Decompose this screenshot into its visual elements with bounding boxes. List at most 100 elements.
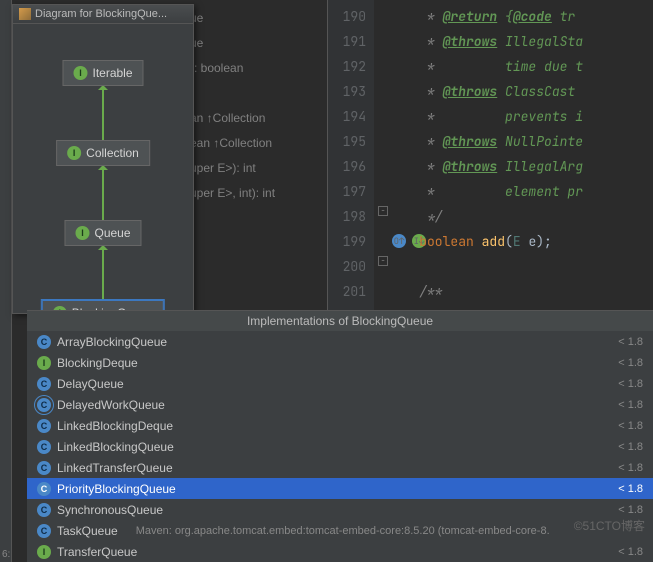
implementation-item-synchronousqueue[interactable]: C SynchronousQueue < 1.8 [27,499,653,520]
diagram-node-collection[interactable]: I Collection [56,140,150,166]
item-name: TransferQueue [57,545,137,559]
ide-left-gutter [0,0,12,562]
inheritance-arrow-icon [102,86,104,140]
item-name: TaskQueue [57,524,118,538]
structure-line: ean ↑Collection [190,131,275,156]
since-label: < 1.8 [618,483,643,495]
item-name: PriorityBlockingQueue [57,482,176,496]
line-number[interactable]: 194 [328,104,374,129]
line-number[interactable]: 197 [328,179,374,204]
line-number[interactable]: 190 [328,4,374,29]
code-line[interactable]: * @return {@code tr [388,4,653,29]
diagram-node-queue[interactable]: I Queue [64,220,141,246]
line-number[interactable]: 191 [328,29,374,54]
implementation-item-linkedblockingqueue[interactable]: C LinkedBlockingQueue < 1.8 [27,436,653,457]
since-label: < 1.8 [618,336,643,348]
class-icon: C [37,482,51,496]
line-number[interactable]: 200 [328,254,374,279]
line-number[interactable]: 195 [328,129,374,154]
editor-main[interactable]: 190191192193194195196197198199O↑I↓200201… [327,0,653,314]
item-name: DelayedWorkQueue [57,398,165,412]
class-icon: C [37,398,51,412]
structure-line: ue [190,6,275,31]
implementation-item-blockingdeque[interactable]: I BlockingDeque < 1.8 [27,352,653,373]
since-label: < 1.8 [618,357,643,369]
diagram-file-icon [19,8,31,20]
structure-line: an ↑Collection [190,106,275,131]
interface-icon: I [73,66,87,80]
since-label: < 1.8 [618,378,643,390]
interface-icon: I [37,545,51,559]
class-diagram-window[interactable]: Diagram for BlockingQue... I Iterable I Col… [12,4,194,314]
item-name: BlockingDeque [57,356,138,370]
item-name: LinkedBlockingQueue [57,440,174,454]
implementation-item-transferqueue[interactable]: I TransferQueue < 1.8 [27,541,653,562]
fold-handle-icon[interactable]: - [378,206,388,216]
structure-line: t [190,81,275,106]
node-label: Collection [86,146,139,160]
code-line[interactable] [388,254,653,279]
implementation-item-priorityblockingqueue[interactable]: C PriorityBlockingQueue < 1.8 [27,478,653,499]
diagram-node-iterable[interactable]: I Iterable [62,60,143,86]
code-line[interactable]: * element pr [388,179,653,204]
class-icon: C [37,524,51,538]
structure-line: ): boolean [190,56,275,81]
code-line[interactable]: * @throws IllegalArg [388,154,653,179]
item-name: ArrayBlockingQueue [57,335,167,349]
implementation-item-linkedblockingdeque[interactable]: CLinkedBlockingDeque< 1.8 [27,415,653,436]
implementation-item-linkedtransferqueue[interactable]: CLinkedTransferQueue< 1.8 [27,457,653,478]
class-icon: C [37,440,51,454]
bottom-tool-label[interactable]: 6: [2,549,10,560]
maven-coordinate: Maven: org.apache.tomcat.embed:tomcat-em… [136,525,550,537]
code-line[interactable]: * time due t [388,54,653,79]
implementation-item-taskqueue[interactable]: C TaskQueue Maven: org.apache.tomcat.embed… [27,520,653,541]
implementations-popup[interactable]: Implementations of BlockingQueue CArrayB… [27,310,653,562]
line-number[interactable]: 199 [328,229,374,254]
item-name: SynchronousQueue [57,503,163,517]
implementation-item-delayqueue[interactable]: C DelayQueue < 1.8 [27,373,653,394]
editor-gutter[interactable]: 190191192193194195196197198199O↑I↓200201 [328,0,374,314]
structure-view-peek: ueue): booleantan ↑Collectionean ↑Collec… [190,6,275,206]
code-line[interactable]: * @throws ClassCast [388,79,653,104]
code-line[interactable]: */ [388,204,653,229]
code-line[interactable]: * @throws NullPointe [388,129,653,154]
implementation-item-arrayblockingqueue[interactable]: C ArrayBlockingQueue < 1.8 [27,331,653,352]
class-icon: C [37,419,51,433]
since-label: < 1.8 [618,462,643,474]
class-icon: C [37,503,51,517]
code-line[interactable]: * @throws IllegalSta [388,29,653,54]
interface-icon: I [75,226,89,240]
node-label: Queue [94,226,130,240]
code-line[interactable]: boolean add(E e); [388,229,653,254]
since-label: < 1.8 [618,441,643,453]
since-label: < 1.8 [618,399,643,411]
fold-handle-icon[interactable]: - [378,256,388,266]
line-number[interactable]: 198 [328,204,374,229]
inheritance-arrow-icon [102,246,104,300]
inheritance-arrow-icon [102,166,104,220]
editor-content[interactable]: * @return {@code tr * @throws IllegalSta… [388,4,653,304]
diagram-canvas[interactable]: IIterableICollectionIQueueIBlockingQueue [13,24,193,314]
implementation-item-delayedworkqueue[interactable]: C DelayedWorkQueue < 1.8 [27,394,653,415]
since-label: < 1.8 [618,504,643,516]
line-number[interactable]: 196 [328,154,374,179]
since-label: < 1.8 [618,546,643,558]
interface-icon: I [37,356,51,370]
watermark: ©51CTO博客 [574,517,645,534]
class-icon: C [37,461,51,475]
item-name: DelayQueue [57,377,124,391]
line-number[interactable]: 193 [328,79,374,104]
diagram-title-label: Diagram for BlockingQue... [35,8,167,20]
class-icon: C [37,335,51,349]
diagram-titlebar[interactable]: Diagram for BlockingQue... [13,5,193,24]
line-number[interactable]: 201 [328,279,374,304]
class-icon: C [37,377,51,391]
code-line[interactable]: * prevents i [388,104,653,129]
interface-icon: I [67,146,81,160]
node-label: Iterable [92,66,132,80]
since-label: < 1.8 [618,420,643,432]
line-number[interactable]: 192 [328,54,374,79]
structure-line: uper E>): int [190,156,275,181]
code-line[interactable]: /** [388,279,653,304]
structure-line: ue [190,31,275,56]
